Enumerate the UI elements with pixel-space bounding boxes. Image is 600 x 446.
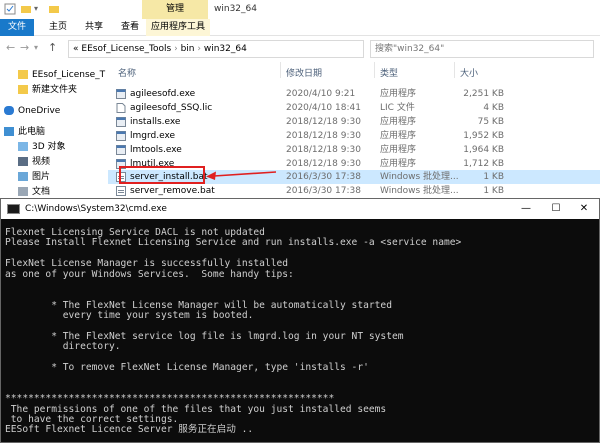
- video-icon: [18, 157, 28, 166]
- address-chevron[interactable]: «: [73, 44, 79, 54]
- properties-icon[interactable]: [4, 3, 16, 15]
- close-icon[interactable]: ✕: [569, 199, 599, 219]
- cmd-title: C:\Windows\System32\cmd.exe: [25, 204, 167, 214]
- forward-icon[interactable]: →: [20, 41, 29, 54]
- file-row[interactable]: agileesofd_SSQ.lic 2020/4/10 18:41 LIC 文…: [108, 101, 600, 115]
- address-row: ← → ▾ ↑ « EEsof_License_Tools › bin › wi…: [0, 36, 600, 62]
- cmd-icon: [7, 204, 20, 214]
- bat-icon: [116, 186, 126, 196]
- column-header-name[interactable]: 名称: [118, 66, 136, 79]
- cloud-icon: [4, 106, 14, 115]
- nav-item-eesof[interactable]: EEsof_License_T: [18, 68, 105, 82]
- qa-dropdown-icon[interactable]: ▾: [34, 3, 46, 15]
- folder-icon: [18, 70, 28, 79]
- maximize-icon[interactable]: ☐: [541, 199, 571, 219]
- nav-item-new-folder[interactable]: 新建文件夹: [18, 83, 77, 97]
- tab-view[interactable]: 查看: [112, 19, 148, 36]
- exe-icon: [116, 131, 126, 141]
- folder-icon: [49, 6, 59, 13]
- column-header-type[interactable]: 类型: [380, 66, 398, 79]
- cmd-window: C:\Windows\System32\cmd.exe — ☐ ✕ Flexne…: [0, 198, 600, 443]
- breadcrumb-item[interactable]: win32_64: [204, 44, 247, 54]
- ribbon-tabs: 文件 主页 共享 查看 应用程序工具: [0, 19, 600, 36]
- folder-icon: [18, 85, 28, 94]
- annotation-arrow-icon: [206, 171, 276, 180]
- search-input[interactable]: 搜索"win32_64": [370, 40, 594, 58]
- file-row[interactable]: lmgrd.exe 2018/12/18 9:30 应用程序 1,952 KB: [108, 129, 600, 143]
- nav-item-this-pc[interactable]: 此电脑: [4, 125, 45, 139]
- context-tab-manage[interactable]: 管理: [142, 0, 208, 19]
- file-icon: [116, 103, 126, 113]
- console-line: EESoft Flexnet Licence Server 服务正在启动 ..: [5, 424, 254, 436]
- nav-item-documents[interactable]: 文档: [18, 185, 50, 199]
- breadcrumb-item[interactable]: bin: [181, 44, 195, 54]
- tab-app-tools[interactable]: 应用程序工具: [146, 19, 210, 36]
- nav-item-onedrive[interactable]: OneDrive: [4, 104, 60, 118]
- nav-item-3d-objects[interactable]: 3D 对象: [18, 140, 66, 154]
- navigation-pane: EEsof_License_T 新建文件夹 OneDrive 此电脑 3D 对象…: [0, 62, 105, 200]
- file-row[interactable]: installs.exe 2018/12/18 9:30 应用程序 75 KB: [108, 115, 600, 129]
- console-line: directory.: [5, 341, 121, 353]
- cmd-titlebar: C:\Windows\System32\cmd.exe — ☐ ✕: [1, 199, 599, 219]
- computer-icon: [4, 127, 14, 136]
- file-row[interactable]: server_remove.bat 2016/3/30 17:38 Window…: [108, 184, 600, 198]
- file-row[interactable]: agileesofd.exe 2020/4/10 9:21 应用程序 2,251…: [108, 87, 600, 101]
- console-line: Please Install Flexnet Licensing Service…: [5, 237, 462, 249]
- tab-home[interactable]: 主页: [40, 19, 76, 36]
- console-line: every time your system is booted.: [5, 310, 254, 322]
- tab-share[interactable]: 共享: [76, 19, 112, 36]
- address-bar[interactable]: « EEsof_License_Tools › bin › win32_64: [68, 40, 364, 58]
- new-folder-quick-icon[interactable]: [20, 3, 32, 15]
- exe-icon: [116, 89, 126, 99]
- tab-file[interactable]: 文件: [0, 19, 34, 36]
- console-line: as one of your Windows Services. Some ha…: [5, 268, 294, 280]
- highlight-box: [119, 166, 205, 184]
- window-title: win32_64: [214, 4, 257, 14]
- file-row[interactable]: lmtools.exe 2018/12/18 9:30 应用程序 1,964 K…: [108, 143, 600, 157]
- column-header-size[interactable]: 大小: [460, 66, 478, 79]
- exe-icon: [116, 117, 126, 127]
- cube-icon: [18, 142, 28, 151]
- document-icon: [18, 187, 28, 196]
- up-icon[interactable]: ↑: [48, 41, 57, 54]
- breadcrumb-item[interactable]: EEsof_License_Tools: [81, 44, 171, 54]
- file-explorer-window: ▾ 管理 win32_64 文件 主页 共享 查看 应用程序工具 ← → ▾ ↑…: [0, 0, 600, 200]
- nav-item-videos[interactable]: 视频: [18, 155, 50, 169]
- explorer-titlebar: ▾ 管理 win32_64: [0, 0, 600, 19]
- console-output[interactable]: Flexnet Licensing Service DACL is not up…: [5, 227, 597, 442]
- back-icon[interactable]: ←: [6, 41, 15, 54]
- console-line: FlexNet License Manager is successfully …: [5, 258, 289, 270]
- recent-dropdown-icon[interactable]: ▾: [34, 43, 38, 52]
- minimize-icon[interactable]: —: [511, 199, 541, 219]
- exe-icon: [116, 145, 126, 155]
- console-line: * To remove FlexNet License Manager, typ…: [5, 362, 369, 374]
- column-header-date[interactable]: 修改日期: [286, 66, 322, 79]
- search-placeholder: 搜索"win32_64": [375, 44, 445, 54]
- nav-item-pictures[interactable]: 图片: [18, 170, 50, 184]
- picture-icon: [18, 172, 28, 181]
